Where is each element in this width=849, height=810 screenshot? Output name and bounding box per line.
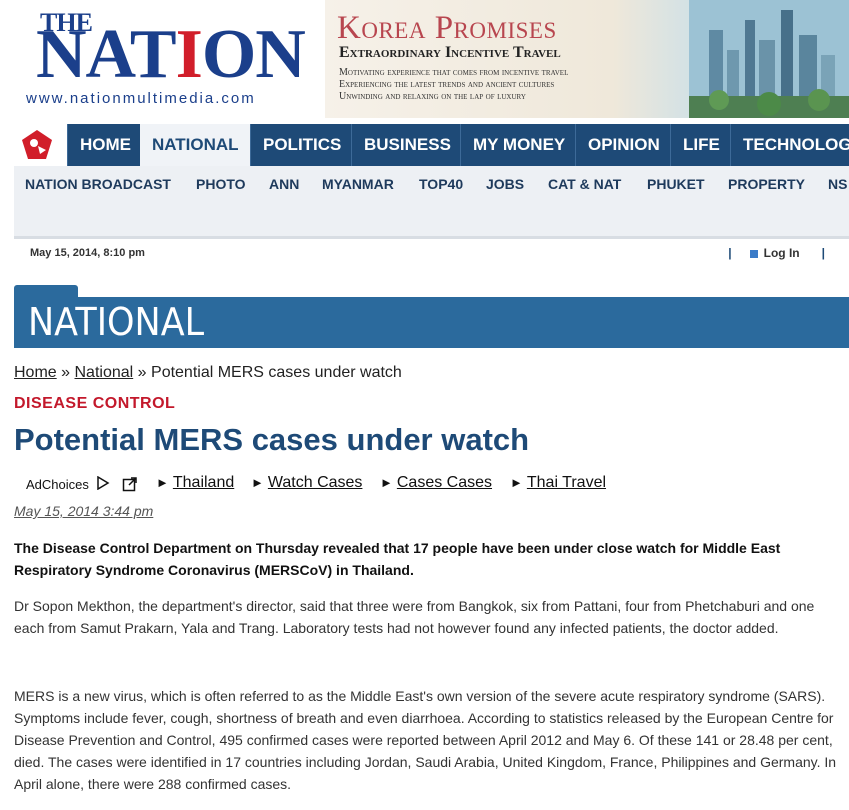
nav-home[interactable]: HOME xyxy=(67,124,143,166)
subnav-photo[interactable]: PHOTO xyxy=(196,176,246,192)
divider: | xyxy=(728,246,732,260)
ad-line: Experiencing the latest trends and ancie… xyxy=(339,79,555,90)
nav-business[interactable]: BUSINESS xyxy=(351,124,463,166)
subnav-top40[interactable]: TOP40 xyxy=(419,176,463,192)
adchoices-label[interactable]: AdChoices xyxy=(26,477,89,492)
nav-opinion[interactable]: OPINION xyxy=(575,124,672,166)
ad-lines: Motivating experience that comes from in… xyxy=(339,67,568,103)
logo-url: www.nationmultimedia.com xyxy=(26,90,256,107)
breadcrumb-separator: » xyxy=(137,364,147,381)
subnav-property[interactable]: PROPERTY xyxy=(728,176,805,192)
breadcrumb-separator: » xyxy=(61,364,71,381)
subnav-cat-nat[interactable]: CAT & NAT xyxy=(548,176,621,192)
date-bar: May 15, 2014, 8:10 pm | Log In | xyxy=(14,239,849,269)
section-banner: NATIONAL xyxy=(14,285,849,348)
breadcrumb-national[interactable]: National xyxy=(75,364,134,381)
section-title: NATIONAL xyxy=(28,300,205,344)
ad-subheadline: Extraordinary Incentive Travel xyxy=(339,44,561,61)
external-link-icon[interactable] xyxy=(122,476,138,492)
site-logo[interactable]: THE NATION www.nationmultimedia.com xyxy=(24,6,324,116)
ad-link-thai-travel[interactable]: ► Thai Travel xyxy=(510,474,606,492)
city-skyline-image xyxy=(689,0,849,118)
divider: | xyxy=(821,246,825,260)
ad-link-thailand[interactable]: ► Thailand xyxy=(156,474,234,492)
subnav-more[interactable]: NS xyxy=(828,176,847,192)
nation-emblem-icon xyxy=(22,130,52,159)
breadcrumb-current: Potential MERS cases under watch xyxy=(151,364,402,381)
article-paragraph: Dr Sopon Mekthon, the department's direc… xyxy=(14,598,815,636)
breadcrumb: Home » National » Potential MERS cases u… xyxy=(14,364,402,382)
ad-link-watch-cases[interactable]: ► Watch Cases xyxy=(251,474,362,492)
article-lead: The Disease Control Department on Thursd… xyxy=(14,540,781,578)
current-date: May 15, 2014, 8:10 pm xyxy=(30,247,145,259)
article-title: Potential MERS cases under watch xyxy=(14,422,530,457)
nav-life[interactable]: LIFE xyxy=(670,124,732,166)
article-category: DISEASE CONTROL xyxy=(14,395,176,412)
article-date: May 15, 2014 3:44 pm xyxy=(14,503,154,519)
ad-line: Unwinding and relaxing on the lap of lux… xyxy=(339,91,526,102)
subnav-ann[interactable]: ANN xyxy=(269,176,299,192)
nav-my-money[interactable]: MY MONEY xyxy=(460,124,577,166)
login-label: Log In xyxy=(763,246,800,260)
nav-home-logo[interactable] xyxy=(14,124,67,166)
subnav-jobs[interactable]: JOBS xyxy=(486,176,524,192)
nav-national[interactable]: NATIONAL xyxy=(140,124,251,166)
main-nav: HOME NATIONAL POLITICS BUSINESS MY MONEY… xyxy=(14,124,849,166)
nav-technology[interactable]: TECHNOLOG xyxy=(730,124,849,166)
adchoices-play-icon[interactable] xyxy=(96,476,110,490)
ad-headline: Korea Promises xyxy=(337,10,557,46)
subnav-myanmar[interactable]: MYANMAR xyxy=(322,176,394,192)
section-tab xyxy=(14,285,78,297)
ad-line: Motivating experience that comes from in… xyxy=(339,67,569,78)
ad-banner[interactable]: Korea Promises Extraordinary Incentive T… xyxy=(325,0,849,118)
breadcrumb-home[interactable]: Home xyxy=(14,364,57,381)
login-icon xyxy=(749,250,758,258)
nav-politics[interactable]: POLITICS xyxy=(250,124,353,166)
logo-nation: NATION xyxy=(36,16,306,93)
article-paragraph: MERS is a new virus, which is often refe… xyxy=(14,688,837,792)
subnav-nation-broadcast[interactable]: NATION BROADCAST xyxy=(25,176,171,192)
ad-link-cases-cases[interactable]: ► Cases Cases xyxy=(380,474,492,492)
subnav-phuket[interactable]: PHUKET xyxy=(647,176,705,192)
sub-nav: NATION BROADCAST PHOTO ANN MYANMAR TOP40… xyxy=(14,166,849,236)
login-link[interactable]: | Log In | xyxy=(724,246,829,260)
